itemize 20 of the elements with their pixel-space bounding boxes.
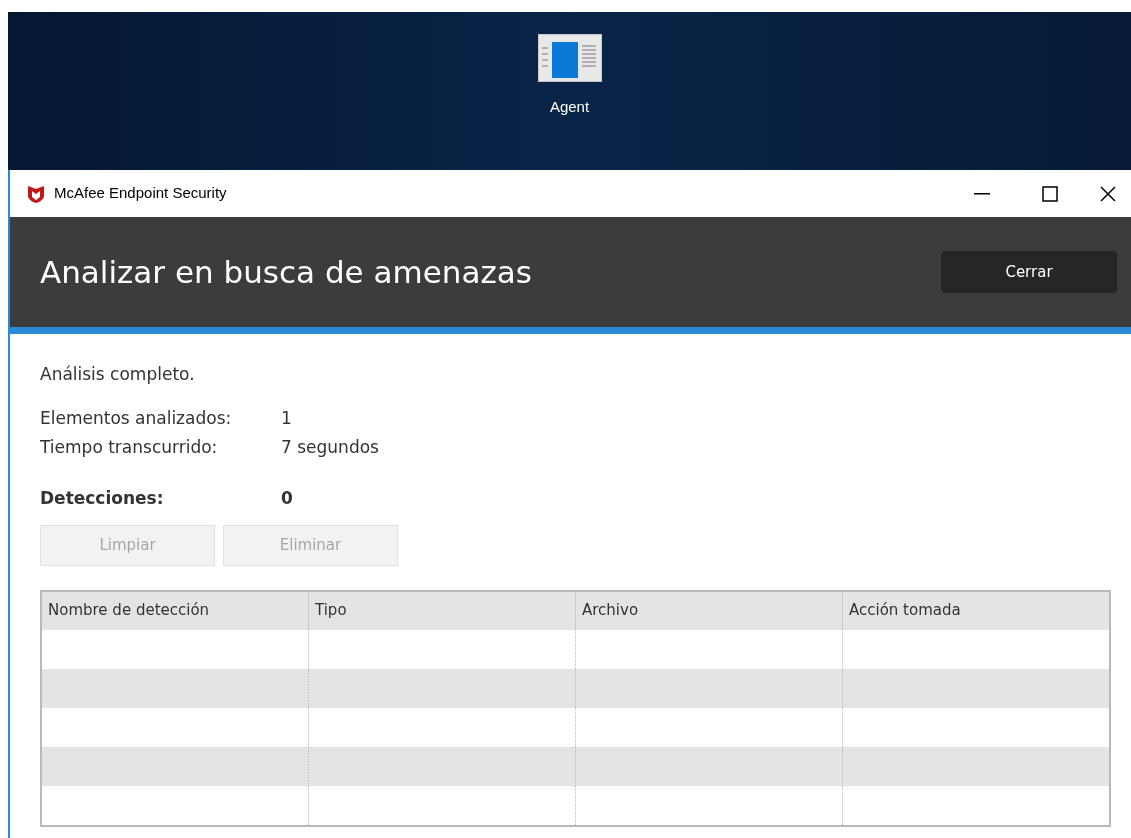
window-icon[interactable] — [537, 34, 602, 82]
stat-value: 1 — [281, 406, 292, 430]
page-title: Analizar en busca de amenazas — [40, 252, 533, 292]
stat-value: 0 — [281, 486, 293, 510]
column-header[interactable]: Nombre de detección — [42, 591, 308, 630]
maximize-icon — [1042, 185, 1058, 202]
column-header[interactable]: Acción tomada — [842, 591, 1109, 630]
shield-logo-icon — [26, 183, 46, 204]
column-header[interactable]: Tipo — [308, 591, 575, 630]
close-icon — [1100, 185, 1116, 202]
stat-label: Detecciones: — [40, 486, 165, 510]
close-dialog-button[interactable]: Cerrar — [941, 251, 1117, 293]
status-text: Análisis completo. — [40, 363, 196, 386]
stat-value: 7 segundos — [281, 435, 379, 459]
column-header[interactable]: Archivo — [575, 591, 842, 630]
desktop-icon-label[interactable]: Agent — [549, 96, 590, 119]
window-title: McAfee Endpoint Security — [54, 183, 227, 204]
stat-label: Elementos analizados: — [40, 406, 233, 430]
stat-label: Tiempo transcurrido: — [40, 435, 219, 459]
minimize-icon — [974, 192, 990, 195]
